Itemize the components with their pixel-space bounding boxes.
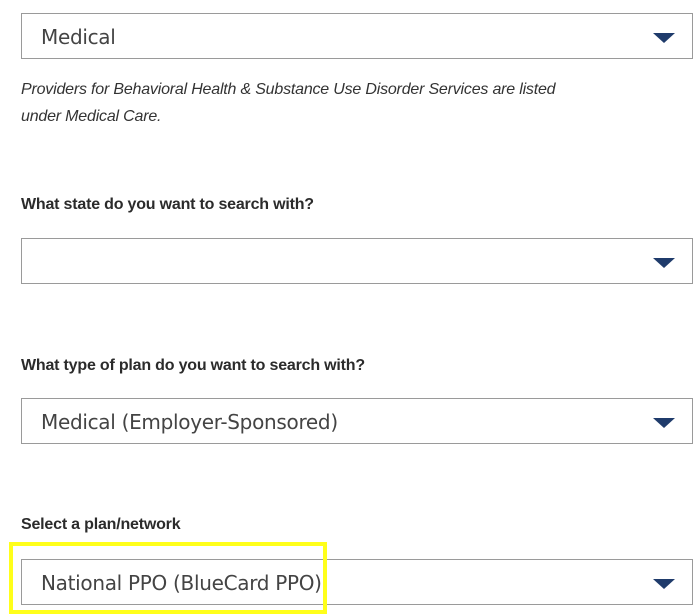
plan-type-select[interactable]: Medical (Employer-Sponsored) bbox=[21, 398, 693, 444]
care-type-value: Medical bbox=[41, 25, 116, 49]
plan-network-question: Select a plan/network bbox=[21, 516, 181, 533]
care-type-select[interactable]: Medical bbox=[21, 13, 693, 59]
caret-down-icon bbox=[653, 33, 675, 43]
care-type-note: Providers for Behavioral Health & Substa… bbox=[21, 81, 556, 125]
state-select[interactable] bbox=[21, 238, 693, 284]
caret-down-icon bbox=[653, 579, 675, 589]
caret-down-icon bbox=[653, 258, 675, 268]
caret-down-icon bbox=[653, 418, 675, 428]
state-question: What state do you want to search with? bbox=[21, 196, 314, 213]
plan-network-value: National PPO (BlueCard PPO) bbox=[41, 571, 322, 595]
plan-type-value: Medical (Employer-Sponsored) bbox=[41, 410, 338, 434]
plan-network-select[interactable]: National PPO (BlueCard PPO) bbox=[21, 559, 693, 605]
plan-type-question: What type of plan do you want to search … bbox=[21, 357, 365, 374]
